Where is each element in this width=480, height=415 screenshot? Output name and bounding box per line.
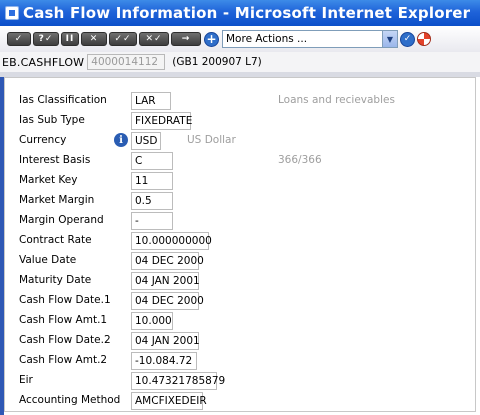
help-ring-icon[interactable] xyxy=(417,32,431,46)
chevron-down-icon[interactable]: ▼ xyxy=(382,31,397,47)
market-margin-field[interactable]: 0.5 xyxy=(131,192,173,210)
delete-button[interactable]: ✕ xyxy=(81,32,107,46)
cash-flow-amt-2-field[interactable]: -10.084.72 xyxy=(131,352,197,370)
field-row-margin-operand: Margin Operand - xyxy=(5,211,475,231)
field-row-contract-rate: Contract Rate 10.000000000 xyxy=(5,231,475,251)
authorise-button[interactable]: ✓✓ xyxy=(109,32,137,46)
toolbar: ✓ ?✓ II ✕ ✓✓ ✕✓ → + More Actions ... ▼ ✓ xyxy=(0,26,480,52)
value-date-field[interactable]: 04 DEC 2000 xyxy=(131,252,204,270)
record-reference: (GB1 200907 L7) xyxy=(172,56,262,68)
field-label: Cash Flow Amt.1 xyxy=(19,314,108,326)
field-description: 366/366 xyxy=(278,154,322,166)
field-label: Currency xyxy=(19,134,67,146)
more-actions-select[interactable]: More Actions ... ▼ xyxy=(222,30,398,48)
record-id-field[interactable]: 4000014112 xyxy=(87,54,166,70)
cash-flow-date-1-field[interactable]: 04 DEC 2000 xyxy=(131,292,204,310)
interest-basis-field[interactable]: C xyxy=(131,152,173,170)
title-bar: Cash Flow Information - Microsoft Intern… xyxy=(0,0,480,26)
accounting-method-field[interactable]: AMCFIXEDEIR xyxy=(131,392,207,410)
field-label: Contract Rate xyxy=(19,234,92,246)
field-description: Loans and recievables xyxy=(278,94,395,106)
window-title: Cash Flow Information - Microsoft Intern… xyxy=(23,4,471,22)
field-label: Maturity Date xyxy=(19,274,92,286)
maturity-date-field[interactable]: 04 JAN 2001 xyxy=(131,272,200,290)
more-actions-value: More Actions ... xyxy=(226,33,308,45)
field-row-market-key: Market Key 11 xyxy=(5,171,475,191)
field-label: Eir xyxy=(19,374,33,386)
field-row-interest-basis: Interest Basis C 366/366 xyxy=(5,151,475,171)
add-icon[interactable]: + xyxy=(204,31,219,47)
field-label: Value Date xyxy=(19,254,77,266)
ias-classification-field[interactable]: LAR xyxy=(131,92,171,110)
commit-button[interactable]: ✓ xyxy=(7,32,31,46)
eir-field[interactable]: 10.47321785879 xyxy=(131,372,225,390)
field-row-cash-flow-amt-1: Cash Flow Amt.1 10.000 xyxy=(5,311,475,331)
field-label: Margin Operand xyxy=(19,214,104,226)
next-button[interactable]: → xyxy=(171,32,201,46)
application-name: EB.CASHFLOW xyxy=(2,55,85,69)
field-row-maturity-date: Maturity Date 04 JAN 2001 xyxy=(5,271,475,291)
field-label: Market Key xyxy=(19,174,78,186)
cash-flow-amt-1-field[interactable]: 10.000 xyxy=(131,312,173,330)
reverse-button[interactable]: ✕✓ xyxy=(139,32,169,46)
contract-rate-field[interactable]: 10.000000000 xyxy=(131,232,212,250)
go-icon[interactable]: ✓ xyxy=(400,31,415,47)
field-row-market-margin: Market Margin 0.5 xyxy=(5,191,475,211)
field-row-currency: Currency i USD US Dollar xyxy=(5,131,475,151)
field-label: Accounting Method xyxy=(19,394,121,406)
field-row-ias-classification: Ias Classification LAR Loans and recieva… xyxy=(5,91,475,111)
field-row-ias-sub-type: Ias Sub Type FIXEDRATE xyxy=(5,111,475,131)
ie-window-icon xyxy=(5,6,19,20)
field-row-value-date: Value Date 04 DEC 2000 xyxy=(5,251,475,271)
margin-operand-field[interactable]: - xyxy=(131,212,173,230)
field-label: Cash Flow Date.1 xyxy=(19,294,111,306)
field-label: Ias Classification xyxy=(19,94,107,106)
field-row-cash-flow-date-2: Cash Flow Date.2 04 JAN 2001 xyxy=(5,331,475,351)
field-row-cash-flow-amt-2: Cash Flow Amt.2 -10.084.72 xyxy=(5,351,475,371)
field-label: Ias Sub Type xyxy=(19,114,85,126)
field-label: Market Margin xyxy=(19,194,95,206)
field-row-cash-flow-date-1: Cash Flow Date.1 04 DEC 2000 xyxy=(5,291,475,311)
ias-sub-type-field[interactable]: FIXEDRATE xyxy=(131,112,192,130)
field-row-accounting-method: Accounting Method AMCFIXEDEIR xyxy=(5,391,475,411)
field-label: Cash Flow Amt.2 xyxy=(19,354,108,366)
info-icon[interactable]: i xyxy=(114,133,128,147)
field-label: Cash Flow Date.2 xyxy=(19,334,111,346)
market-key-field[interactable]: 11 xyxy=(131,172,173,190)
cash-flow-date-2-field[interactable]: 04 JAN 2001 xyxy=(131,332,200,350)
record-id-line: EB.CASHFLOW 4000014112 (GB1 200907 L7) xyxy=(0,52,480,72)
field-row-eir: Eir 10.47321785879 xyxy=(5,371,475,391)
form-panel: Ias Classification LAR Loans and recieva… xyxy=(4,77,476,412)
hold-button[interactable]: II xyxy=(61,32,79,46)
validate-button[interactable]: ?✓ xyxy=(33,32,59,46)
field-label: Interest Basis xyxy=(19,154,91,166)
currency-field[interactable]: USD xyxy=(131,132,161,150)
field-description: US Dollar xyxy=(187,134,236,146)
